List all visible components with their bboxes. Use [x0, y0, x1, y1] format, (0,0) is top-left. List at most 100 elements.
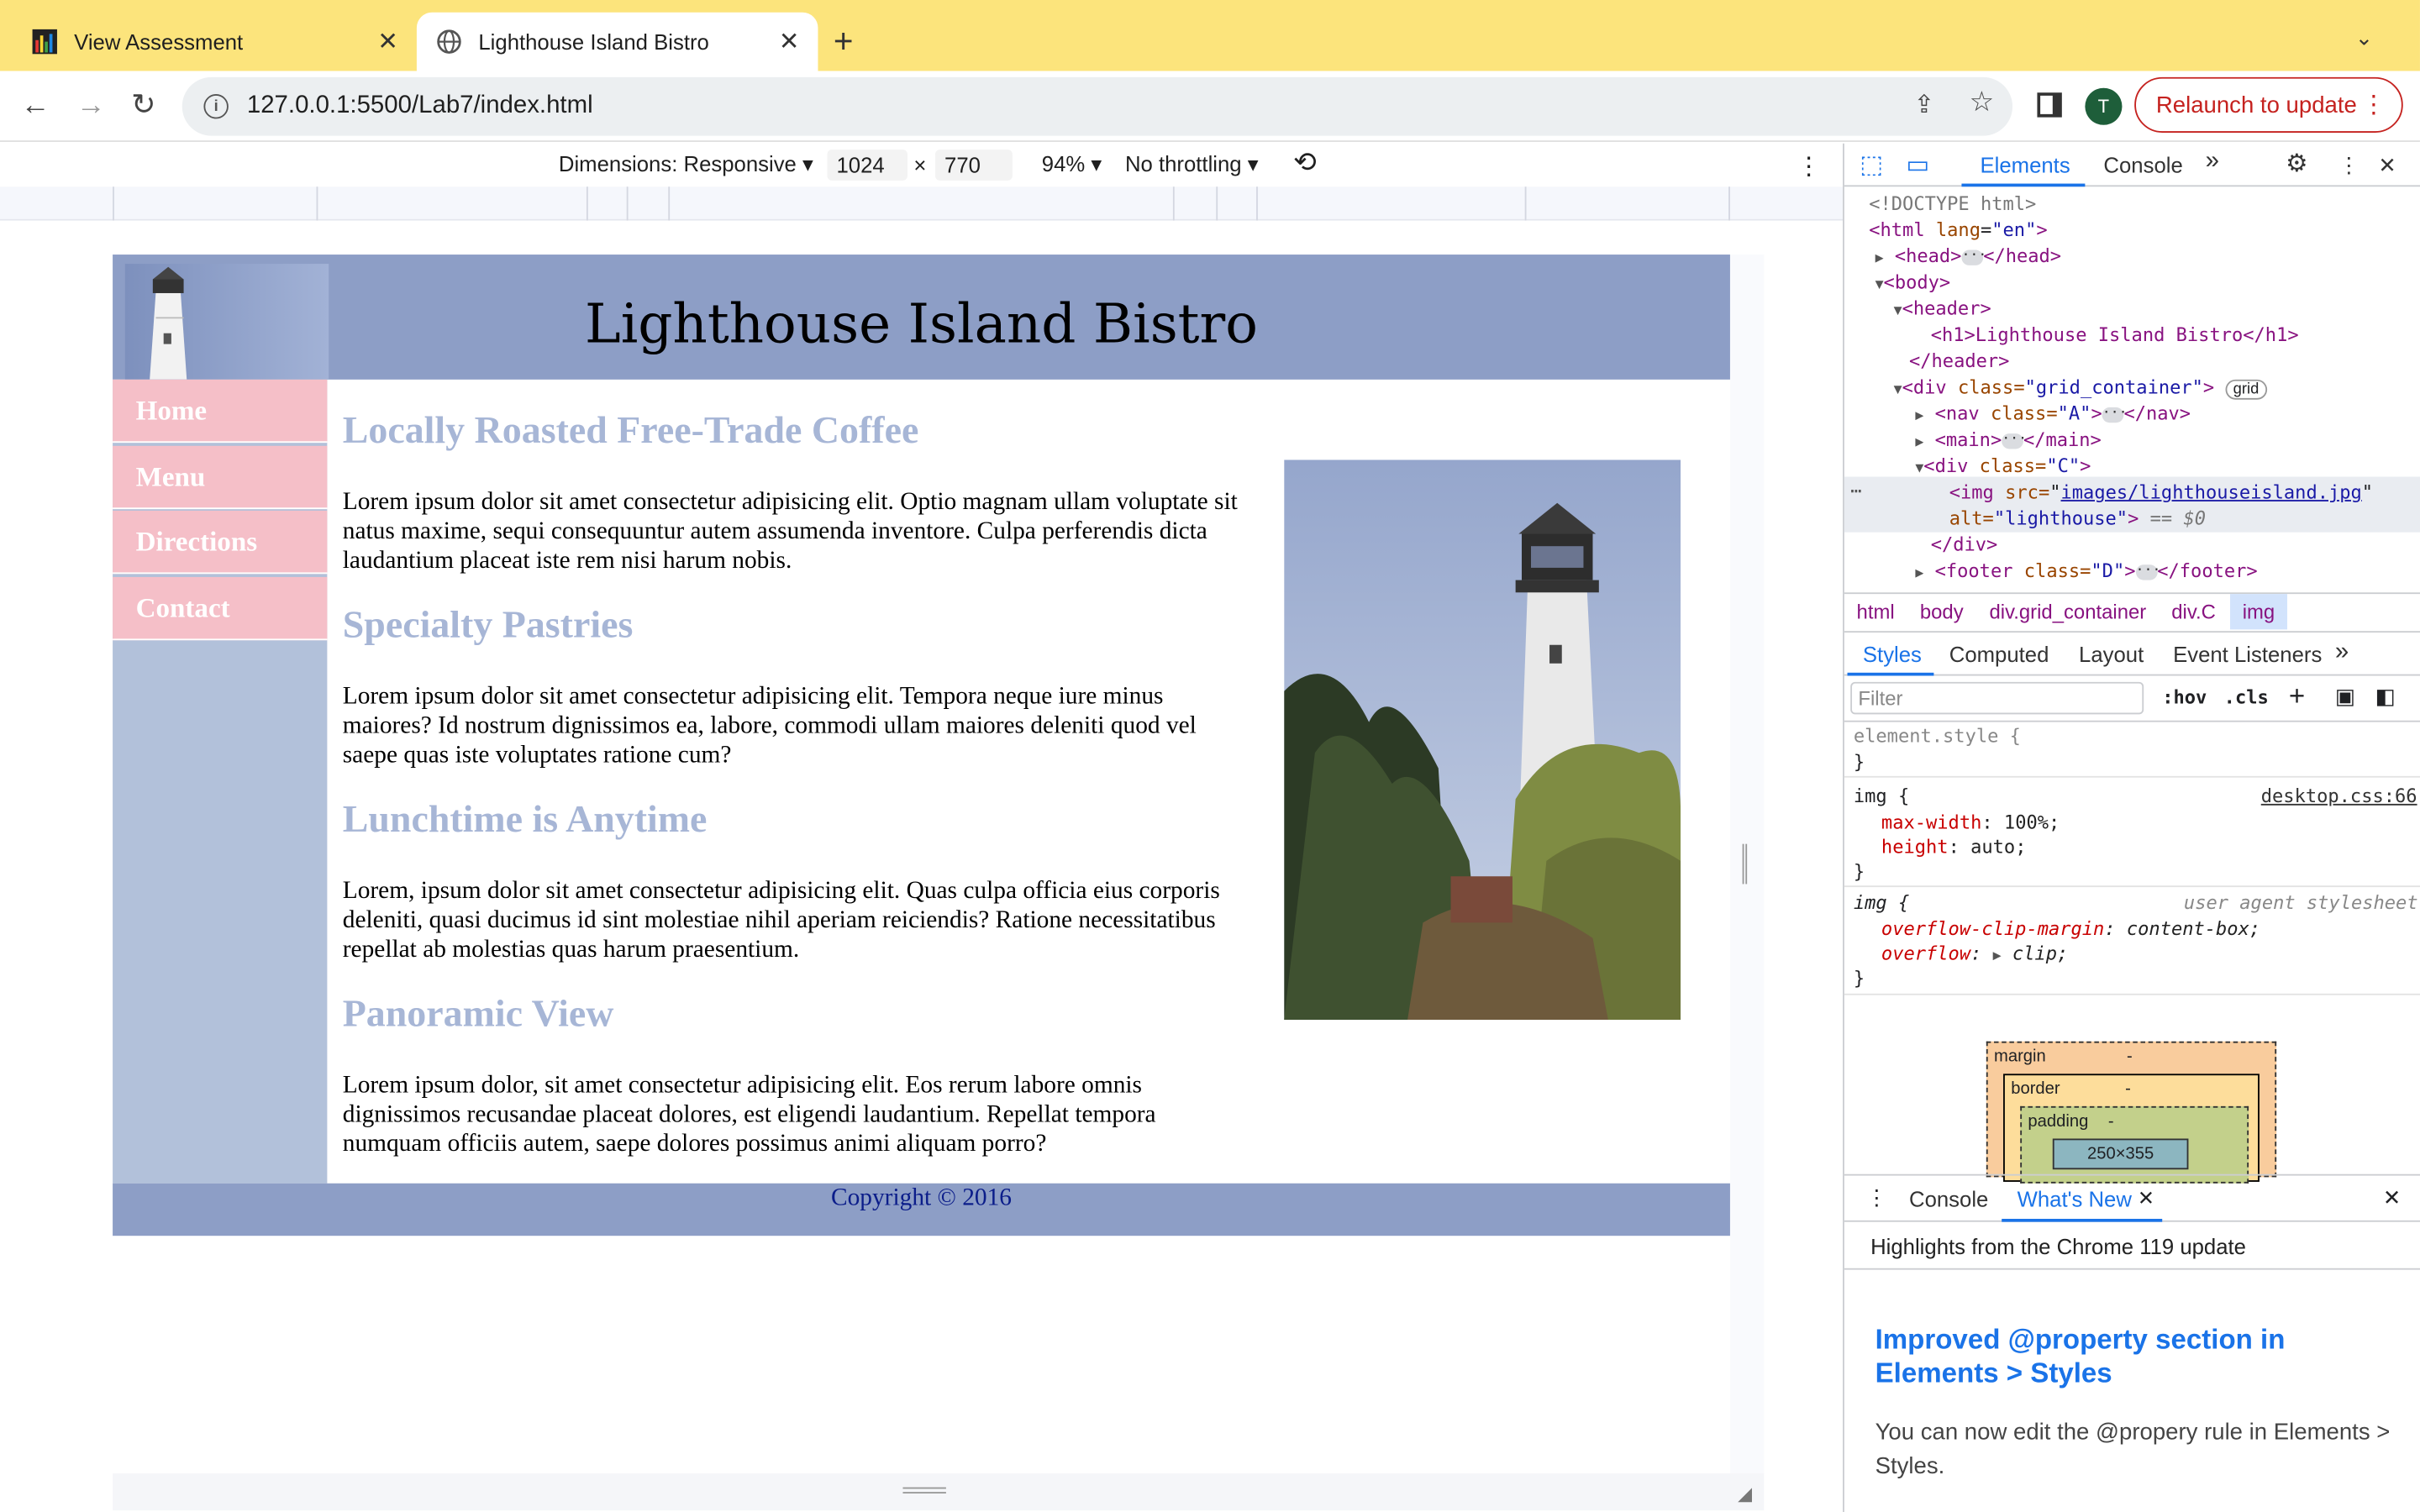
dom-line-h1[interactable]: <h1>Lighthouse Island Bistro</h1> — [1931, 323, 2299, 349]
expand-triangle-icon[interactable]: ▶ — [1915, 566, 1923, 581]
rule-element-style[interactable]: element.style { — [1854, 723, 2021, 748]
viewport-resize-bottom[interactable]: ◢ — [113, 1473, 1765, 1511]
media-query-ruler[interactable] — [0, 186, 1844, 221]
declaration-overflow-clip-margin[interactable]: overflow-clip-margin: content-box; — [1881, 916, 2260, 941]
styles-filter-input[interactable]: Filter — [1850, 681, 2144, 715]
breadcrumb-html[interactable]: html — [1857, 600, 1895, 623]
address-bar[interactable]: i 127.0.0.1:5500/Lab7/index.html ⇪ ☆ — [182, 76, 2013, 136]
resize-handle-icon[interactable] — [1742, 843, 1748, 885]
more-vert-icon[interactable]: ⋮ — [2338, 153, 2360, 179]
dimensions-select[interactable]: Dimensions: Responsive ▾ — [559, 151, 813, 177]
hov-toggle[interactable]: :hov — [2162, 686, 2207, 708]
expand-triangle-icon[interactable]: ▶ — [1876, 251, 1884, 266]
reload-icon[interactable]: ↻ — [124, 87, 164, 127]
side-panel-icon[interactable] — [2037, 92, 2062, 118]
tab-styles[interactable]: Styles — [1863, 642, 1922, 666]
more-vert-icon[interactable]: ⋮ — [2361, 90, 2386, 121]
declaration-overflow[interactable]: overflow: ▶ clip; — [1881, 941, 2068, 969]
ellipsis-badge[interactable]: ··· — [1961, 249, 1986, 265]
expand-triangle-icon[interactable]: ▶ — [1915, 409, 1923, 424]
dom-line-nav[interactable]: ▶ <nav class="A">···</nav> — [1915, 402, 2191, 431]
dom-line-html[interactable]: <html lang="en"> — [1869, 218, 2047, 244]
dom-line-header-close[interactable]: </header> — [1909, 349, 2009, 375]
ellipsis-badge[interactable]: ··· — [2102, 406, 2128, 423]
site-info-icon[interactable]: i — [203, 94, 229, 119]
dom-line-img-alt[interactable]: alt="lighthouse"> == $0 — [1949, 506, 2206, 532]
height-input[interactable]: 770 — [935, 150, 1013, 181]
breadcrumb-grid-container[interactable]: div.grid_container — [1990, 600, 2147, 623]
forward-arrow-icon[interactable]: → — [71, 87, 111, 127]
close-tab-icon[interactable]: ✕ — [779, 26, 800, 57]
inspect-element-icon[interactable]: ⬚ — [1860, 150, 1883, 181]
sidebar-toggle-icon[interactable]: ◧ — [2375, 684, 2396, 710]
dom-line-main[interactable]: ▶ <main>···</main> — [1915, 428, 2101, 457]
dom-line-div-close[interactable]: </div> — [1931, 533, 1998, 559]
dom-line-footer[interactable]: ▶ <footer class="D">···</footer> — [1915, 559, 2257, 588]
avatar[interactable]: T — [2085, 87, 2123, 125]
breadcrumb-img[interactable]: img — [2230, 594, 2287, 630]
dom-line-header[interactable]: ▼<header> — [1894, 297, 1991, 326]
chevron-down-icon[interactable]: ⌄ — [2355, 24, 2374, 50]
breadcrumb-div-c[interactable]: div.C — [2171, 600, 2216, 623]
declaration-max-width[interactable]: max-width: 100%; — [1881, 810, 2060, 834]
grid-badge[interactable]: grid — [2225, 379, 2267, 400]
zoom-select[interactable]: 94% ▾ — [1042, 151, 1102, 177]
node-actions-icon[interactable]: ⋯ — [1850, 478, 1861, 504]
cls-toggle[interactable]: .cls — [2224, 686, 2269, 708]
new-tab-plus-icon[interactable]: + — [834, 22, 854, 62]
tab-lighthouse-island-bistro[interactable]: Lighthouse Island Bistro ✕ — [416, 12, 818, 71]
share-icon[interactable]: ⇪ — [1914, 90, 1935, 121]
dom-line-grid-container[interactable]: ▼<div class="grid_container"> grid — [1894, 375, 2267, 404]
nav-link-directions[interactable]: Directions — [113, 510, 328, 575]
dom-line-doctype[interactable]: <!DOCTYPE html> — [1869, 192, 2036, 218]
close-drawer-icon[interactable]: ✕ — [2383, 1185, 2402, 1211]
nav-link-menu[interactable]: Menu — [113, 445, 328, 510]
drawer-tab-whats-new[interactable]: What's New — [2018, 1186, 2132, 1210]
breadcrumb-body[interactable]: body — [1920, 600, 1964, 623]
corner-resize-icon[interactable]: ◢ — [1738, 1483, 1752, 1504]
paint-brush-icon[interactable]: ▣ — [2335, 684, 2355, 710]
resize-handle-icon[interactable] — [902, 1487, 946, 1494]
ellipsis-badge[interactable]: ··· — [2135, 563, 2160, 580]
dom-line-head[interactable]: ▶ <head>···</head> — [1876, 244, 2061, 273]
dom-line-img[interactable]: <img src="images/lighthouseisland.jpg" — [1949, 480, 2373, 506]
rule-img-ua-selector[interactable]: img { — [1854, 890, 1909, 915]
tab-computed[interactable]: Computed — [1949, 642, 2049, 666]
close-tab-icon[interactable]: ✕ — [2138, 1186, 2154, 1210]
device-toolbar: Dimensions: Responsive ▾ 1024 × 770 94% … — [0, 143, 1844, 187]
bookmark-star-icon[interactable]: ☆ — [1970, 87, 1995, 119]
close-tab-icon[interactable]: ✕ — [377, 26, 398, 57]
nav-link-home[interactable]: Home — [113, 379, 328, 444]
tab-event-listeners[interactable]: Event Listeners — [2173, 642, 2322, 666]
throttling-select[interactable]: No throttling ▾ — [1125, 151, 1259, 177]
box-model-diagram[interactable]: margin - border - padding - 250×355 — [1986, 1041, 2277, 1184]
more-vert-icon[interactable]: ⋮ — [1866, 1185, 1888, 1211]
device-toggle-icon[interactable]: ▭ — [1906, 150, 1929, 181]
whats-new-title[interactable]: Improved @property section in Elements >… — [1876, 1322, 2338, 1390]
tab-layout[interactable]: Layout — [2079, 642, 2144, 666]
close-devtools-icon[interactable]: ✕ — [2378, 153, 2396, 179]
expand-triangle-icon[interactable]: ▶ — [1993, 949, 2002, 964]
relaunch-button[interactable]: Relaunch to update ⋮ — [2134, 76, 2403, 133]
settings-gear-icon[interactable]: ⚙ — [2286, 148, 2307, 179]
add-rule-plus-icon[interactable]: + — [2289, 680, 2305, 713]
ellipsis-badge[interactable]: ··· — [2002, 432, 2027, 449]
rule-img-selector[interactable]: img { — [1854, 784, 1909, 808]
width-input[interactable]: 1024 — [827, 150, 908, 181]
viewport-resize-edge[interactable] — [1729, 255, 1765, 1474]
expand-triangle-icon[interactable]: ▶ — [1915, 435, 1923, 450]
tab-elements[interactable]: Elements — [1980, 153, 2070, 177]
drawer-tab-console[interactable]: Console — [1909, 1186, 1988, 1210]
declaration-height[interactable]: height: auto; — [1881, 835, 2027, 859]
more-vert-icon[interactable]: ⋮ — [1797, 151, 1821, 182]
more-tabs-icon[interactable]: » — [2206, 148, 2219, 176]
dom-line-body[interactable]: ▼<body> — [1876, 270, 1951, 299]
rule-source-link[interactable]: desktop.css:66 — [2261, 784, 2417, 808]
image-src-link[interactable]: images/lighthouseisland.jpg — [2061, 481, 2362, 503]
nav-link-contact[interactable]: Contact — [113, 576, 328, 641]
rotate-icon[interactable]: ⟲ — [1293, 146, 1317, 179]
back-arrow-icon[interactable]: ← — [15, 87, 55, 127]
tab-console[interactable]: Console — [2103, 153, 2182, 177]
more-tabs-icon[interactable]: » — [2335, 638, 2349, 666]
tab-view-assessment[interactable]: View Assessment ✕ — [13, 13, 417, 71]
